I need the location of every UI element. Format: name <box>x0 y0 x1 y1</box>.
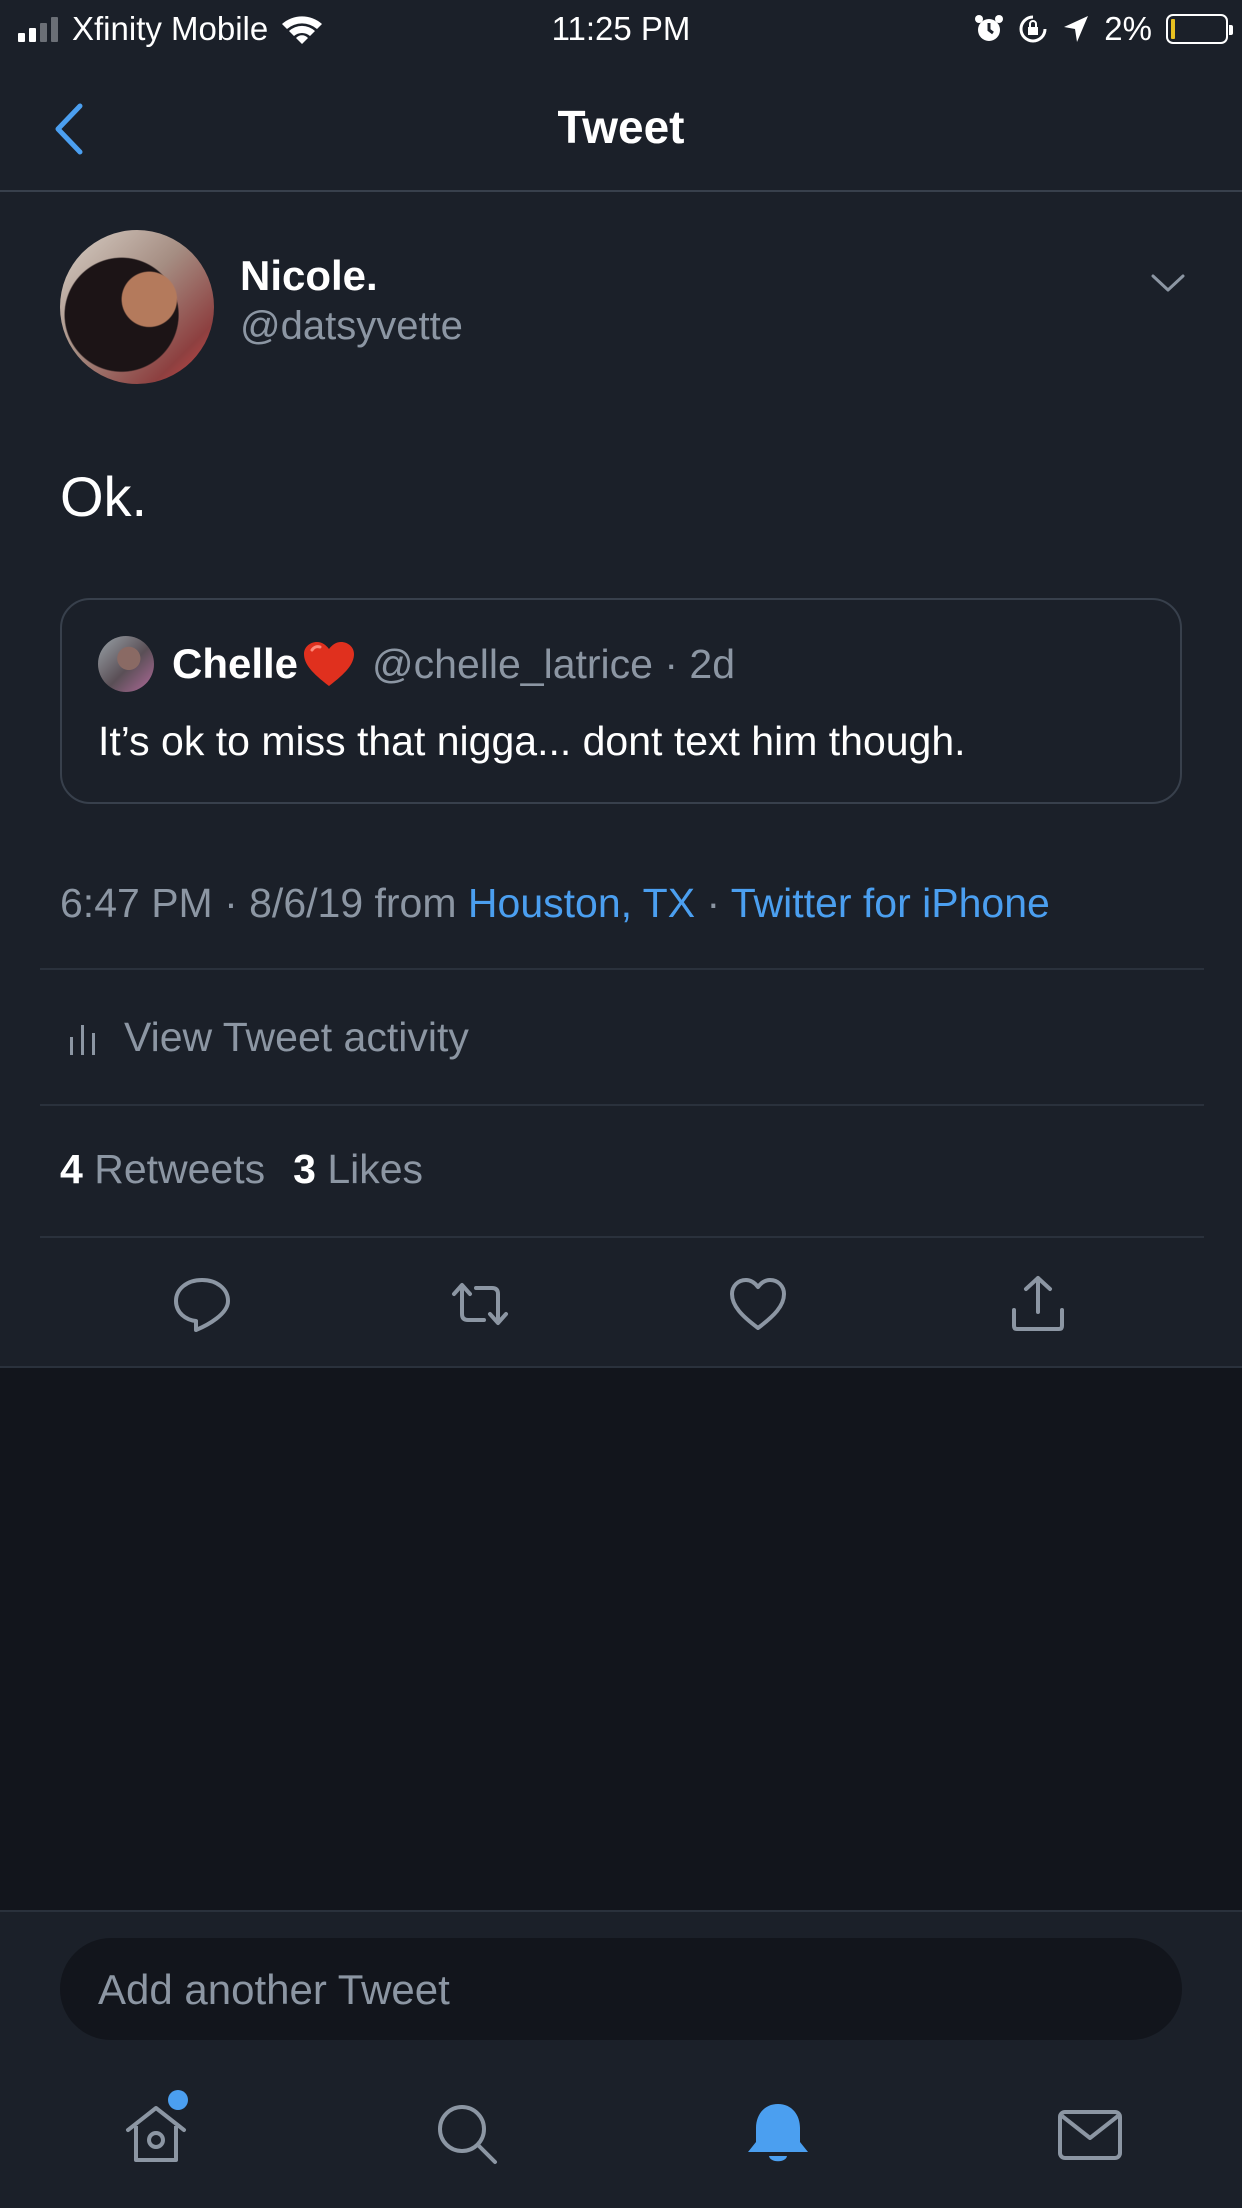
quoted-author-avatar <box>98 636 154 692</box>
tweet-actions <box>0 1272 1242 1342</box>
quoted-tweet-text: It’s ok to miss that nigga... dont text … <box>98 718 966 764</box>
retweets-count: 4 <box>60 1146 83 1192</box>
source-link[interactable]: Twitter for iPhone <box>731 880 1050 926</box>
alarm-icon <box>975 15 1004 41</box>
search-icon[interactable] <box>431 2098 503 2170</box>
rotation-lock-icon <box>1019 15 1047 43</box>
tab-bar <box>0 2090 1242 2198</box>
add-another-tweet-input[interactable]: Add another Tweet <box>60 1938 1182 2040</box>
quoted-tweet[interactable]: Chelle @chelle_latrice · 2d It’s ok to m… <box>60 598 1182 804</box>
divider <box>40 1104 1204 1106</box>
location-link[interactable]: Houston, TX <box>468 880 695 926</box>
chevron-down-icon[interactable] <box>1150 272 1186 294</box>
red-heart-emoji-icon <box>304 642 355 686</box>
tweet-timestamp: 6:47 PM · 8/6/19 from <box>60 880 468 926</box>
author-avatar[interactable] <box>60 230 214 384</box>
retweets-stat[interactable]: 4 Retweets <box>60 1146 265 1192</box>
tweet-detail: Nicole. @datsyvette Ok. Chelle @chelle_l… <box>0 192 1242 1368</box>
divider <box>40 1236 1204 1238</box>
status-bar: Xfinity Mobile 11:25 PM 2% <box>0 0 1242 60</box>
battery-percent: 2% <box>1104 10 1152 47</box>
likes-stat[interactable]: 3 Likes <box>293 1146 423 1192</box>
bottom-area: Add another Tweet <box>0 1910 1242 2208</box>
view-tweet-activity-label: View Tweet activity <box>124 1014 469 1060</box>
location-arrow-icon <box>1064 16 1089 42</box>
tweet-stats: 4 Retweets 3 Likes <box>60 1146 423 1193</box>
divider <box>40 968 1204 970</box>
likes-label: Likes <box>315 1146 424 1192</box>
mail-icon[interactable] <box>1054 2098 1126 2170</box>
empty-area <box>0 1368 1242 1910</box>
retweets-label: Retweets <box>82 1146 266 1192</box>
navigation-bar: Tweet <box>0 60 1242 192</box>
author-name[interactable]: Nicole. <box>240 252 378 300</box>
share-icon[interactable] <box>1006 1272 1070 1336</box>
home-notification-dot <box>168 2090 188 2110</box>
battery-fill <box>1171 19 1175 39</box>
heart-icon[interactable] <box>726 1272 790 1336</box>
compose-placeholder: Add another Tweet <box>98 1966 450 2013</box>
view-tweet-activity-button[interactable]: View Tweet activity <box>68 1014 469 1061</box>
tweet-text: Ok. <box>60 465 148 528</box>
tweet-detail-screen: Xfinity Mobile 11:25 PM 2% Tweet Nicole.… <box>0 0 1242 2208</box>
page-title: Tweet <box>557 101 685 153</box>
analytics-icon <box>70 1024 95 1055</box>
likes-count: 3 <box>293 1146 316 1192</box>
tweet-meta: 6:47 PM · 8/6/19 from Houston, TX · Twit… <box>60 880 1050 927</box>
author-handle[interactable]: @datsyvette <box>240 304 463 349</box>
battery-icon <box>1166 14 1233 44</box>
quoted-tweet-header: Chelle @chelle_latrice · 2d <box>172 640 735 688</box>
bell-icon[interactable] <box>742 2098 814 2170</box>
retweet-icon[interactable] <box>448 1272 512 1336</box>
status-right: 2% <box>974 10 1233 48</box>
meta-separator: · <box>695 880 731 926</box>
quoted-author-name: Chelle <box>172 640 299 687</box>
reply-icon[interactable] <box>170 1272 234 1336</box>
quoted-author-handle-time: @chelle_latrice · 2d <box>372 641 736 687</box>
